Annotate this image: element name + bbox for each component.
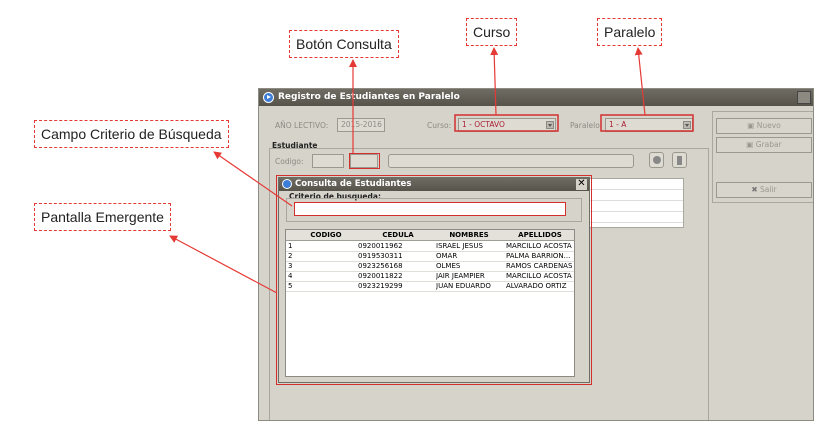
app-icon: [263, 92, 274, 103]
paralelo-select[interactable]: 1 - A: [605, 118, 693, 132]
codigo-field[interactable]: [312, 154, 344, 168]
year-field[interactable]: 2015-2016: [337, 118, 385, 132]
callout-curso: Curso: [466, 18, 518, 46]
paralelo-label: Paralelo:: [570, 121, 603, 130]
trash-icon-button[interactable]: [672, 152, 687, 168]
record-icon-button[interactable]: [649, 152, 664, 168]
year-label: AÑO LECTIVO:: [275, 121, 329, 130]
window-control[interactable]: [797, 91, 811, 104]
codigo-label: Codigo:: [275, 157, 304, 166]
student-name-field: [388, 154, 634, 168]
close-icon: ✖: [751, 185, 758, 194]
callout-campo-criterio: Campo Criterio de Búsqueda: [34, 120, 229, 148]
main-window: Registro de Estudiantes en Paralelo AÑO …: [258, 88, 814, 421]
callout-boton-consulta: Botón Consulta: [289, 30, 399, 58]
curso-label: Curso:: [427, 121, 452, 130]
background-table: [589, 178, 684, 228]
chevron-down-icon[interactable]: [683, 121, 691, 129]
callout-pantalla-emergente: Pantalla Emergente: [34, 203, 171, 231]
grabar-button[interactable]: ▣ Grabar: [716, 137, 812, 153]
salir-button[interactable]: ✖ Salir: [716, 182, 812, 198]
window-title: Registro de Estudiantes en Paralelo: [278, 92, 460, 102]
chevron-down-icon[interactable]: [546, 121, 554, 129]
window-titlebar: Registro de Estudiantes en Paralelo: [259, 89, 813, 106]
nuevo-button[interactable]: ▣ Nuevo: [716, 118, 812, 134]
dialog-highlight: [276, 175, 592, 385]
callout-paralelo: Paralelo: [597, 18, 663, 46]
paralelo-value: 1 - A: [609, 120, 627, 129]
consulta-button-highlight: [349, 153, 380, 169]
curso-value: 1 - OCTAVO: [462, 120, 505, 129]
curso-select[interactable]: 1 - OCTAVO: [458, 118, 556, 132]
